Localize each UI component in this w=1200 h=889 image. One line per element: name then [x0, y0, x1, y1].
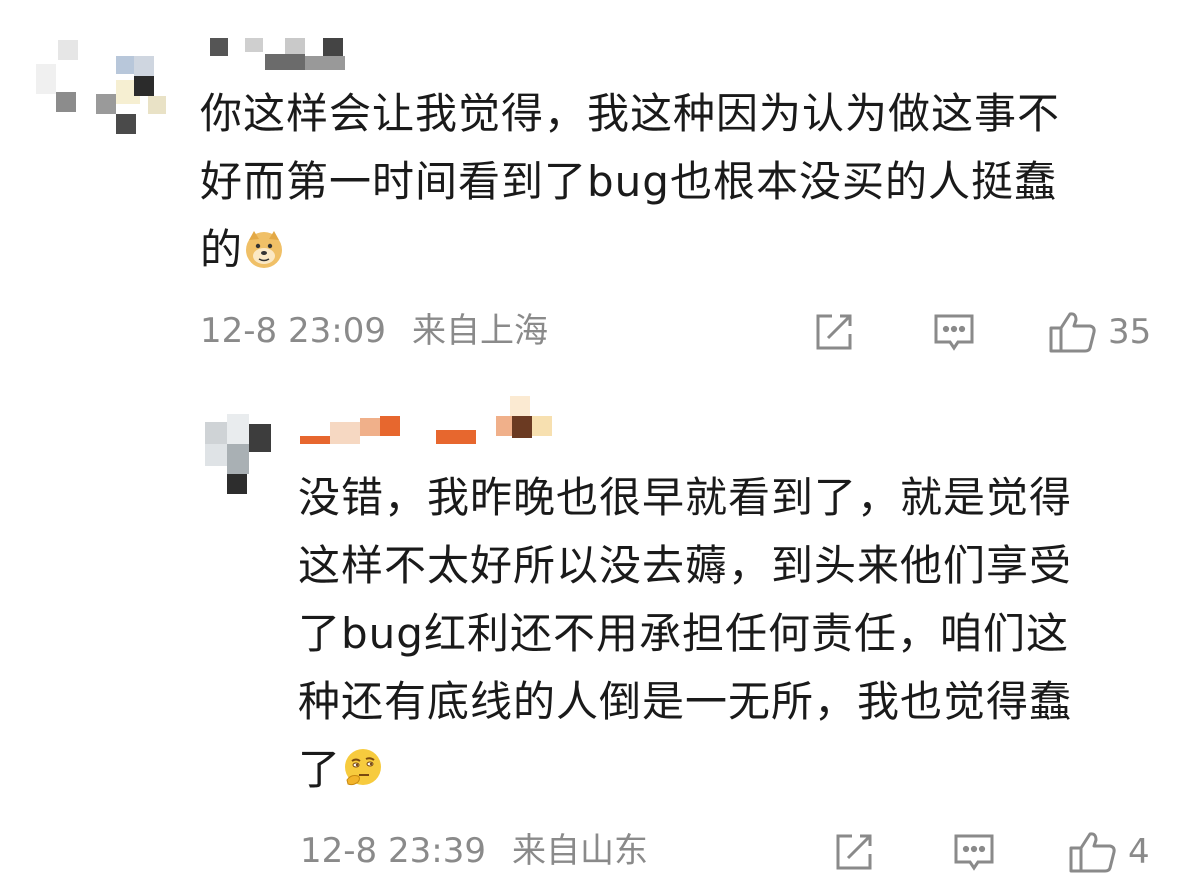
location: 来自上海 [412, 311, 548, 351]
like-icon [1049, 312, 1096, 353]
share-icon [836, 834, 872, 870]
comment-line: 这样不太好所以没去薅，到头来他们享受 [298, 541, 1073, 590]
reply-comment: 没错，我昨晚也很早就看到了，就是觉得 这样不太好所以没去薅，到头来他们享受 了b… [0, 380, 1200, 889]
comment-line: 的 [200, 216, 1160, 284]
avatar[interactable] [36, 40, 166, 135]
reply-icon [954, 834, 994, 871]
comment-line: 没错，我昨晚也很早就看到了，就是觉得 [298, 473, 1073, 522]
avatar[interactable] [205, 414, 275, 494]
reply-button[interactable] [932, 310, 976, 354]
comment-line: 好而第一时间看到了bug也根本没买的人挺蠢 [200, 157, 1057, 206]
comment-line: 了bug红利还不用承担任何责任，咱们这 [298, 609, 1069, 658]
share-button[interactable] [812, 310, 856, 354]
share-icon [816, 314, 852, 350]
like-button[interactable]: 4 [1068, 830, 1150, 874]
comment-text: 你这样会让我觉得，我这种因为认为做这事不 好而第一时间看到了bug也根本没买的人… [200, 80, 1160, 284]
share-button[interactable] [832, 830, 876, 874]
comment-meta: 12-8 23:09 来自上海 35 [200, 306, 1160, 356]
comment-text: 没错，我昨晚也很早就看到了，就是觉得 这样不太好所以没去薅，到头来他们享受 了b… [298, 464, 1148, 804]
reply-icon [934, 314, 974, 351]
reply-button[interactable] [952, 830, 996, 874]
comment-line: 你这样会让我觉得，我这种因为认为做这事不 [200, 89, 1061, 138]
comment: 你这样会让我觉得，我这种因为认为做这事不 好而第一时间看到了bug也根本没买的人… [0, 0, 1200, 380]
comment-line: 了 [298, 736, 1148, 804]
username[interactable] [205, 38, 365, 70]
like-icon [1069, 832, 1116, 873]
timestamp: 12-8 23:39 [300, 831, 486, 871]
comment-line: 种还有底线的人倒是一无所，我也觉得蠢 [298, 677, 1073, 726]
thinking-emoji-icon [345, 749, 382, 786]
username[interactable] [300, 396, 560, 444]
like-count: 4 [1128, 832, 1150, 872]
timestamp: 12-8 23:09 [200, 311, 386, 351]
like-button[interactable]: 35 [1048, 310, 1151, 354]
comment-meta: 12-8 23:39 来自山东 4 [300, 826, 1160, 876]
like-count: 35 [1108, 312, 1152, 352]
location: 来自山东 [512, 831, 648, 871]
doge-emoji-icon [246, 231, 283, 268]
